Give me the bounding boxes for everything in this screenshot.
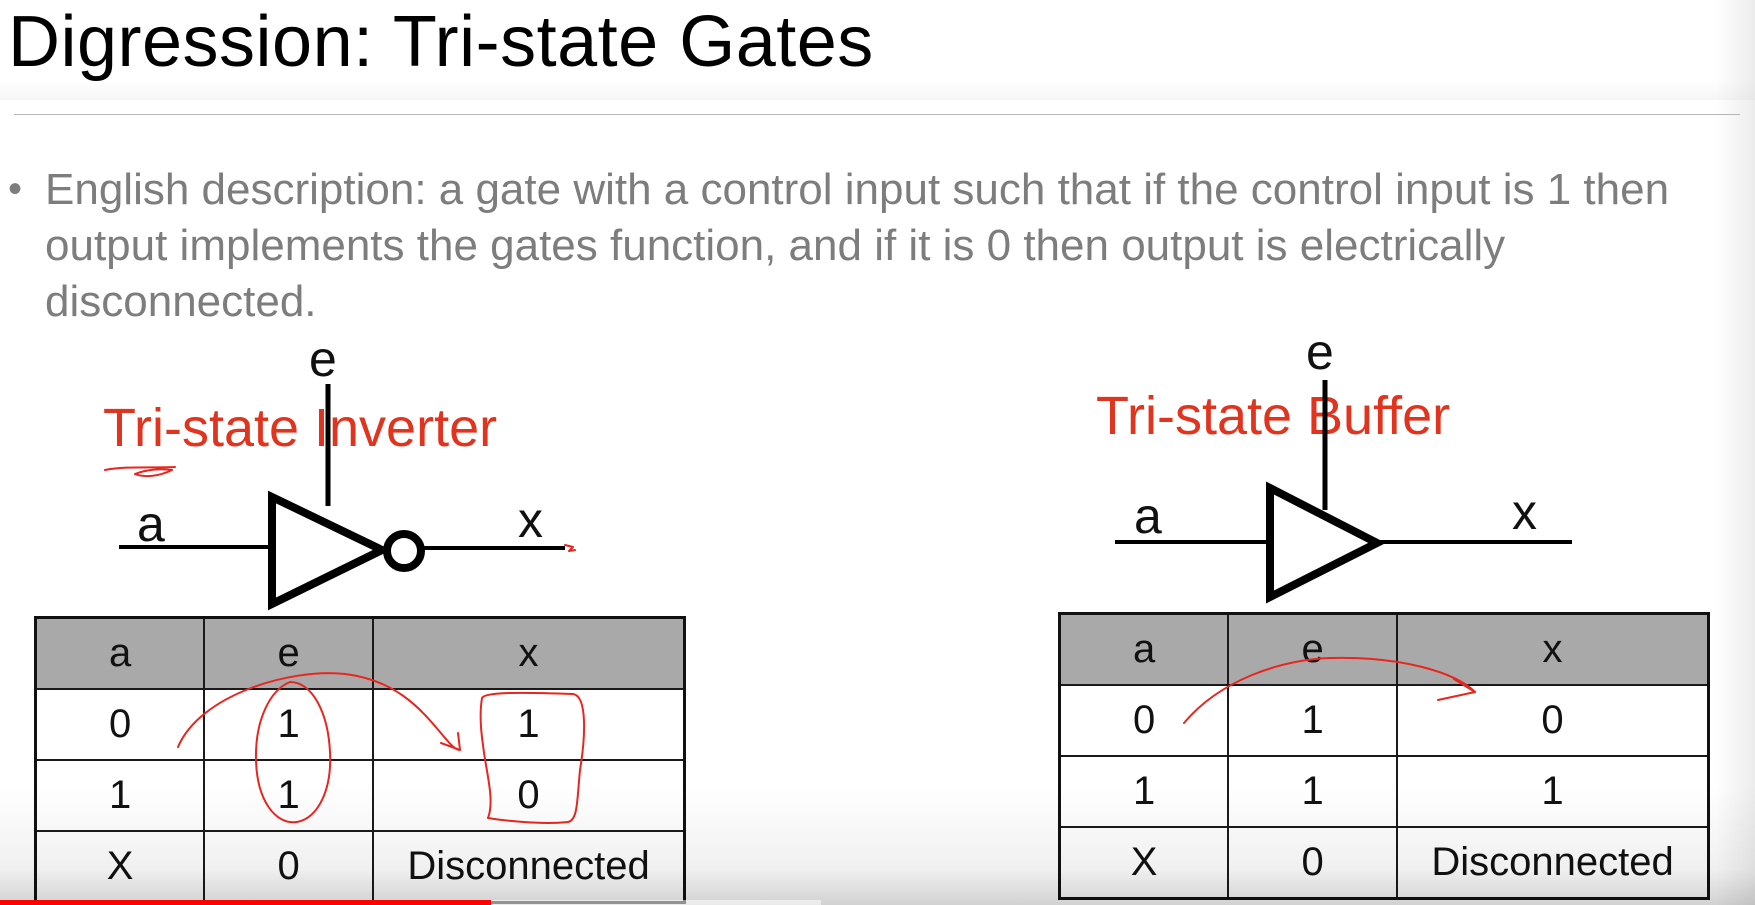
cell-x: 1 — [1396, 755, 1710, 828]
table-row: 1 1 1 — [1058, 755, 1710, 828]
header-e: e — [1227, 612, 1399, 686]
video-buffer-bar[interactable] — [491, 900, 821, 905]
header-a: a — [1058, 612, 1230, 686]
table-header-row: a e x — [1058, 612, 1710, 686]
cell-e: 1 — [1227, 684, 1399, 757]
buffer-output-label: x — [1512, 484, 1537, 540]
cell-a: X — [1058, 826, 1230, 900]
cell-e: 0 — [1227, 826, 1399, 900]
table-row: X 0 Disconnected — [1058, 826, 1710, 900]
buffer-input-label: a — [1134, 488, 1162, 544]
cell-a: 0 — [1058, 684, 1230, 757]
cell-e: 1 — [1227, 755, 1399, 828]
buffer-enable-label: e — [1306, 324, 1334, 380]
cell-a: 1 — [1058, 755, 1230, 828]
header-x: x — [1396, 612, 1710, 686]
cell-x: 0 — [1396, 684, 1710, 757]
cell-x: Disconnected — [1396, 826, 1710, 900]
table-row: 0 1 0 — [1058, 684, 1710, 757]
buffer-truth-table: a e x 0 1 0 1 1 1 X 0 Disconnected — [1058, 612, 1710, 900]
video-progress-bar[interactable] — [0, 900, 491, 905]
